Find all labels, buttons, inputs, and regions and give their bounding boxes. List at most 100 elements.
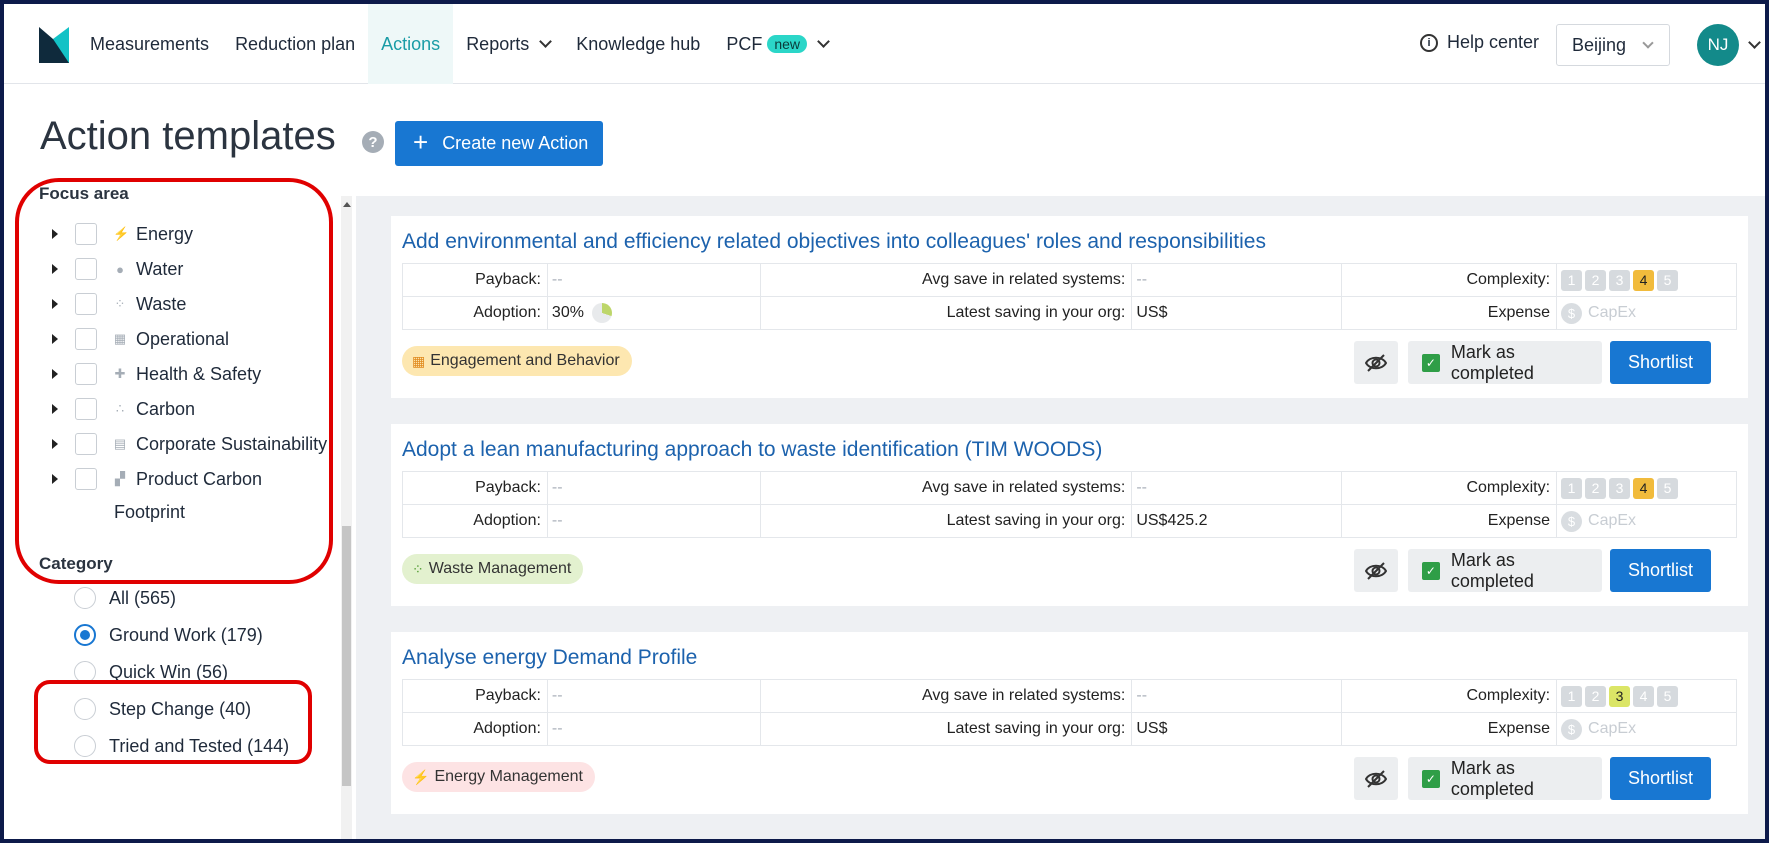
nav-reduction-plan-label: Reduction plan [235,33,356,54]
building-icon: ▦ [412,352,426,369]
mark-completed-button[interactable]: ✓ Mark as completed [1408,341,1602,384]
tag-label: Energy Management [434,768,583,785]
user-avatar[interactable]: NJ [1697,24,1739,66]
nav-knowledge-hub[interactable]: Knowledge hub [563,4,713,84]
main-nav: Measurements Reduction plan Actions Repo… [84,4,841,84]
avatar-initials: NJ [1707,35,1729,54]
nav-reduction-plan[interactable]: Reduction plan [222,4,368,84]
chevron-down-icon [539,35,553,48]
adoption-value: -- [551,720,563,737]
complexity-label: Complexity: [1466,687,1551,704]
mark-completed-label: Mark as completed [1450,549,1534,591]
complexity-scale: 12345 [1556,263,1737,297]
action-metrics: Payback: -- Avg save in related systems:… [402,679,1737,746]
payback-label: Payback: [475,271,541,288]
complexity-1: 1 [1561,685,1583,707]
help-question-icon[interactable]: ? [362,131,384,153]
shortlist-button[interactable]: Shortlist [1610,549,1711,592]
hide-button[interactable] [1354,757,1398,800]
shortlist-button[interactable]: Shortlist [1610,341,1711,384]
complexity-4-selected: 4 [1633,477,1655,499]
payback-label: Payback: [475,479,541,496]
calendar-check-icon: ✓ [1422,353,1440,372]
adoption-pie-icon [591,303,612,323]
nav-reports[interactable]: Reports [453,4,563,84]
complexity-scale: 12345 [1556,679,1737,713]
nav-pcf-label: PCF [726,33,763,54]
latest-saving-label: Latest saving in your org: [946,720,1126,737]
complexity-3: 3 [1609,269,1631,291]
info-icon: i [1420,33,1438,52]
action-card: Add environmental and efficiency related… [391,216,1748,398]
complexity-1: 1 [1561,477,1583,499]
help-center-link[interactable]: i Help center [1420,32,1539,53]
complexity-5: 5 [1657,269,1679,291]
category-radio[interactable] [74,587,96,609]
chevron-down-icon [817,35,830,48]
complexity-1: 1 [1561,269,1583,291]
adoption-label: Adoption: [473,720,541,737]
action-title-link[interactable]: Adopt a lean manufacturing approach to w… [402,438,1102,462]
mark-completed-button[interactable]: ✓ Mark as completed [1408,757,1602,800]
payback-label: Payback: [475,687,541,704]
action-metrics: Payback: -- Avg save in related systems:… [402,471,1737,538]
sidebar-scroll-thumb[interactable] [342,526,351,786]
tag-energy-management[interactable]: ⚡ Energy Management [402,762,595,792]
adoption-value: -- [551,512,563,529]
complexity-label: Complexity: [1466,479,1551,496]
mark-completed-button[interactable]: ✓ Mark as completed [1408,549,1602,592]
shortlist-label: Shortlist [1627,560,1694,580]
location-select[interactable]: Beijing [1556,24,1670,66]
nav-pcf[interactable]: PCF new [713,4,841,84]
complexity-scale: 12345 [1556,471,1737,505]
eye-slash-icon [1365,769,1387,788]
category-ground-work[interactable]: Ground Work (179) [74,622,263,648]
avg-save-label: Avg save in related systems: [922,687,1126,704]
latest-saving-label: Latest saving in your org: [946,304,1126,321]
complexity-label: Complexity: [1466,271,1551,288]
category-all[interactable]: All (565) [74,585,176,611]
payback-value: -- [551,479,563,496]
capex-label: CapEx [1588,512,1637,529]
category-radio-selected[interactable] [74,624,96,646]
nav-actions[interactable]: Actions [368,4,454,84]
hide-button[interactable] [1354,341,1398,384]
action-title-link[interactable]: Add environmental and efficiency related… [402,230,1266,254]
tag-waste-management[interactable]: ⁘ Waste Management [402,554,584,584]
dollar-icon: $ [1561,718,1583,740]
chevron-down-icon[interactable] [1748,36,1761,49]
action-card: Adopt a lean manufacturing approach to w… [391,424,1748,606]
scroll-up-arrow-icon[interactable] [343,202,351,207]
help-center-label: Help center [1447,32,1540,52]
mark-completed-label: Mark as completed [1450,757,1534,799]
expense-label: Expense [1487,512,1551,529]
create-new-action-label: Create new Action [442,133,589,153]
adoption-value: 30% [551,304,584,322]
expense-label: Expense [1487,720,1551,737]
adoption-label: Adoption: [473,512,541,529]
nav-measurements[interactable]: Measurements [84,4,222,84]
create-new-action-button[interactable]: + Create new Action [395,121,603,166]
eye-slash-icon [1365,353,1387,372]
action-title-link[interactable]: Analyse energy Demand Profile [402,646,697,670]
action-list: Add environmental and efficiency related… [356,196,1765,839]
hide-button[interactable] [1354,549,1398,592]
latest-saving-value: US$425.2 [1136,512,1208,529]
shortlist-label: Shortlist [1627,352,1694,372]
shortlist-label: Shortlist [1627,768,1694,788]
complexity-2: 2 [1585,685,1607,707]
lightning-icon: ⚡ [412,768,430,785]
latest-saving-value: US$ [1136,720,1168,737]
action-card: Analyse energy Demand Profile Payback: -… [391,632,1748,814]
action-metrics: Payback: -- Avg save in related systems:… [402,263,1737,330]
dollar-icon: $ [1561,510,1583,532]
capex-label: CapEx [1588,720,1637,737]
annotation-category-highlight [34,680,312,764]
chevron-down-icon [1642,36,1654,49]
complexity-3: 3 [1609,477,1631,499]
brand-logo-icon[interactable] [39,27,69,63]
avg-save-value: -- [1136,271,1148,288]
tag-engagement-behavior[interactable]: ▦ Engagement and Behavior [402,346,632,376]
tag-label: Engagement and Behavior [430,352,620,369]
shortlist-button[interactable]: Shortlist [1610,757,1711,800]
